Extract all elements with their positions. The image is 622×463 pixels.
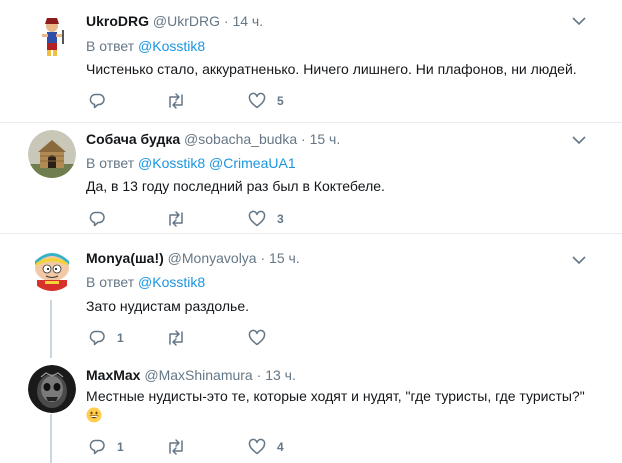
mention-link[interactable]: @CrimeaUA1	[209, 155, 296, 171]
like-button[interactable]: 4	[248, 437, 284, 457]
tweet[interactable]: UkroDRG @UkrDRG · 14 ч. В ответ @Kosstik…	[0, 0, 622, 122]
display-name[interactable]: Собача будка	[86, 131, 180, 147]
reply-icon	[89, 211, 105, 227]
reply-button[interactable]	[88, 209, 117, 229]
user-handle[interactable]: @UkrDRG	[153, 13, 220, 29]
mention-link[interactable]: @Kosstik8	[138, 155, 205, 171]
like-count: 4	[277, 440, 284, 454]
heart-icon	[248, 210, 266, 227]
separator-dot: ·	[260, 250, 266, 266]
tweet[interactable]: Собача будка @sobacha_budka · 15 ч. В от…	[0, 123, 622, 233]
timestamp[interactable]: 15 ч.	[269, 250, 300, 266]
display-name[interactable]: UkroDRG	[86, 13, 149, 29]
chevron-down-icon[interactable]	[572, 135, 586, 145]
reply-icon	[89, 93, 105, 109]
avatar[interactable]	[28, 130, 76, 178]
reply-count: 1	[117, 440, 124, 454]
tweet-header: MaxMax @MaxShinamura · 13 ч.	[86, 366, 296, 384]
retweet-button[interactable]	[166, 328, 197, 348]
retweet-icon	[169, 439, 183, 455]
separator-dot: ·	[256, 367, 262, 383]
retweet-button[interactable]	[166, 91, 197, 111]
avatar[interactable]	[28, 365, 76, 413]
heart-icon	[248, 438, 266, 455]
reply-context: В ответ @Kosstik8	[86, 273, 205, 291]
tweet-text: Зато нудистам раздолье.	[86, 298, 249, 314]
reply-context: В ответ @Kosstik8	[86, 37, 205, 55]
mention-link[interactable]: @Kosstik8	[138, 38, 205, 54]
display-name[interactable]: MaxMax	[86, 367, 140, 383]
reply-button[interactable]: 1	[88, 437, 124, 457]
avatar[interactable]	[28, 12, 76, 60]
avatar[interactable]	[28, 243, 76, 291]
tweet-text: Да, в 13 году последний раз был в Коктеб…	[86, 178, 385, 194]
reply-icon	[89, 439, 105, 455]
chevron-down-icon[interactable]	[572, 255, 586, 265]
retweet-icon	[169, 330, 183, 346]
separator-dot: ·	[301, 131, 306, 147]
chevron-down-icon[interactable]	[572, 16, 586, 26]
retweet-button[interactable]	[166, 437, 197, 457]
like-count: 3	[277, 212, 284, 226]
like-button[interactable]: 5	[248, 91, 284, 111]
retweet-icon	[169, 211, 183, 227]
display-name[interactable]: Monya(ша!)	[86, 250, 164, 266]
tweet[interactable]: MaxMax @MaxShinamura · 13 ч. Местные нуд…	[0, 357, 622, 463]
reply-icon	[89, 330, 105, 346]
heart-icon	[248, 329, 266, 346]
retweet-icon	[169, 93, 183, 109]
reply-button[interactable]	[88, 91, 117, 111]
reply-prefix: В ответ	[86, 155, 135, 171]
reply-button[interactable]: 1	[88, 328, 124, 348]
timestamp[interactable]: 13 ч.	[265, 367, 296, 383]
mention-link[interactable]: @Kosstik8	[138, 274, 205, 290]
tweet-header: Monya(ша!) @Monyavolya · 15 ч.	[86, 249, 300, 267]
reply-prefix: В ответ	[86, 38, 135, 54]
user-handle[interactable]: @sobacha_budka	[184, 131, 297, 147]
tweet[interactable]: Monya(ша!) @Monyavolya · 15 ч. В ответ @…	[0, 234, 622, 357]
heart-icon	[248, 92, 266, 109]
tweet-header: Собача будка @sobacha_budka · 15 ч.	[86, 130, 340, 148]
like-count: 5	[277, 94, 284, 108]
timestamp[interactable]: 15 ч.	[310, 131, 341, 147]
reply-count: 1	[117, 331, 124, 345]
like-button[interactable]: 3	[248, 209, 284, 229]
separator-dot: ·	[223, 13, 229, 29]
tweet-text: Местные нудисты-это те, которые ходят и …	[86, 388, 585, 404]
reply-context: В ответ @Kosstik8 @CrimeaUA1	[86, 154, 296, 172]
grinning-face-emoji-icon	[86, 407, 102, 423]
like-button[interactable]	[248, 328, 277, 348]
user-handle[interactable]: @MaxShinamura	[144, 367, 252, 383]
reply-prefix: В ответ	[86, 274, 135, 290]
timestamp[interactable]: 14 ч.	[232, 13, 263, 29]
tweet-text: Чистенько стало, аккуратненько. Ничего л…	[86, 61, 577, 77]
retweet-button[interactable]	[166, 209, 197, 229]
user-handle[interactable]: @Monyavolya	[168, 250, 257, 266]
tweet-header: UkroDRG @UkrDRG · 14 ч.	[86, 12, 263, 30]
